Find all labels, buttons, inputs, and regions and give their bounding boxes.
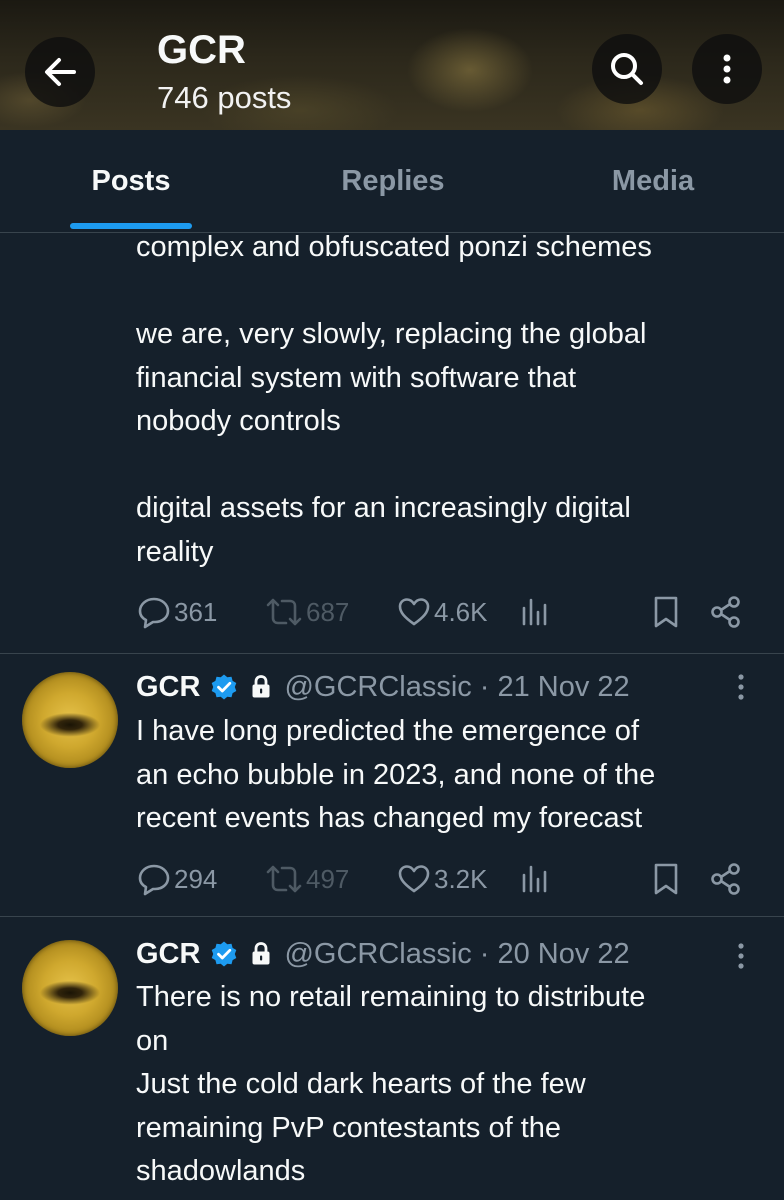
tweet-actions: 294 497 3.2K — [136, 859, 756, 899]
more-options-button[interactable] — [692, 34, 762, 104]
tab-media[interactable]: Media — [562, 130, 744, 232]
post-paragraph: digital assets for an increasingly digit… — [136, 492, 631, 568]
bookmark-button[interactable] — [650, 592, 682, 632]
avatar[interactable] — [22, 672, 118, 768]
share-button[interactable] — [708, 859, 744, 899]
search-button[interactable] — [592, 34, 662, 104]
post-divider — [0, 916, 784, 917]
back-button[interactable] — [25, 37, 95, 107]
views-button[interactable] — [520, 859, 550, 899]
post-text: complex and obfuscated ponzi schemes we … — [136, 226, 756, 574]
more-vertical-icon — [738, 674, 744, 700]
tweet-header: GCR @GCRClassic · 21 Nov 22 — [136, 667, 630, 707]
post-date[interactable]: 20 Nov 22 — [497, 938, 629, 971]
repost-button[interactable]: 497 — [264, 859, 349, 899]
profile-name: GCR — [157, 28, 246, 72]
post-date[interactable]: 21 Nov 22 — [497, 671, 629, 704]
author-name[interactable]: GCR — [136, 671, 200, 704]
reply-button[interactable]: 361 — [136, 592, 217, 632]
post-divider — [0, 653, 784, 654]
profile-tabs: Posts Replies Media — [0, 130, 784, 232]
reply-icon — [138, 864, 170, 896]
post-paragraph: we are, very slowly, replacing the globa… — [136, 318, 647, 437]
search-icon — [611, 53, 643, 85]
share-icon — [711, 863, 740, 895]
like-count: 4.6K — [434, 596, 488, 627]
post-actions: 361 687 4.6K — [136, 592, 756, 632]
post-paragraph: complex and obfuscated ponzi schemes — [136, 231, 652, 263]
like-count: 3.2K — [434, 863, 488, 894]
author-name[interactable]: GCR — [136, 938, 200, 971]
reply-button[interactable]: 294 — [136, 859, 217, 899]
tab-replies[interactable]: Replies — [302, 130, 484, 232]
more-vertical-icon — [723, 54, 731, 84]
heart-icon — [398, 598, 430, 626]
tweet-text: There is no retail remaining to distribu… — [136, 976, 756, 1194]
lock-icon — [250, 940, 272, 968]
tweet-body: I have long predicted the emergence of a… — [136, 715, 656, 834]
repost-count: 497 — [306, 863, 350, 894]
like-button[interactable]: 3.2K — [396, 859, 488, 899]
reply-icon — [138, 597, 170, 629]
arrow-left-icon — [45, 58, 76, 86]
share-icon — [711, 596, 740, 628]
author-handle[interactable]: @GCRClassic — [284, 671, 471, 704]
more-vertical-icon — [738, 943, 744, 969]
reply-count: 361 — [174, 596, 218, 627]
author-handle[interactable]: @GCRClassic — [284, 938, 471, 971]
repost-icon — [266, 865, 302, 893]
separator-dot: · — [479, 937, 490, 970]
heart-icon — [398, 865, 430, 893]
share-button[interactable] — [708, 592, 744, 632]
like-button[interactable]: 4.6K — [396, 592, 488, 632]
avatar[interactable] — [22, 940, 118, 1036]
tweet-header: GCR @GCRClassic · 20 Nov 22 — [136, 934, 630, 974]
verified-badge-icon — [210, 940, 238, 968]
tweet-body: There is no retail remaining to distribu… — [136, 981, 646, 1187]
profile-header-banner: GCR 746 posts — [0, 0, 784, 130]
post-count: 746 posts — [157, 80, 292, 115]
repost-count: 687 — [306, 596, 350, 627]
analytics-icon — [522, 865, 547, 893]
tweet-more-button[interactable] — [726, 667, 756, 707]
tweet-text: I have long predicted the emergence of a… — [136, 710, 756, 841]
verified-badge-icon — [210, 673, 238, 701]
tab-posts[interactable]: Posts — [40, 130, 222, 232]
views-button[interactable] — [520, 592, 550, 632]
repost-button[interactable]: 687 — [264, 592, 349, 632]
repost-icon — [266, 598, 302, 626]
tweet-more-button[interactable] — [726, 936, 756, 976]
bookmark-icon — [654, 596, 678, 628]
lock-icon — [250, 673, 272, 701]
bookmark-icon — [654, 863, 678, 895]
reply-count: 294 — [174, 863, 218, 894]
analytics-icon — [522, 598, 547, 626]
separator-dot: · — [479, 670, 490, 703]
bookmark-button[interactable] — [650, 859, 682, 899]
